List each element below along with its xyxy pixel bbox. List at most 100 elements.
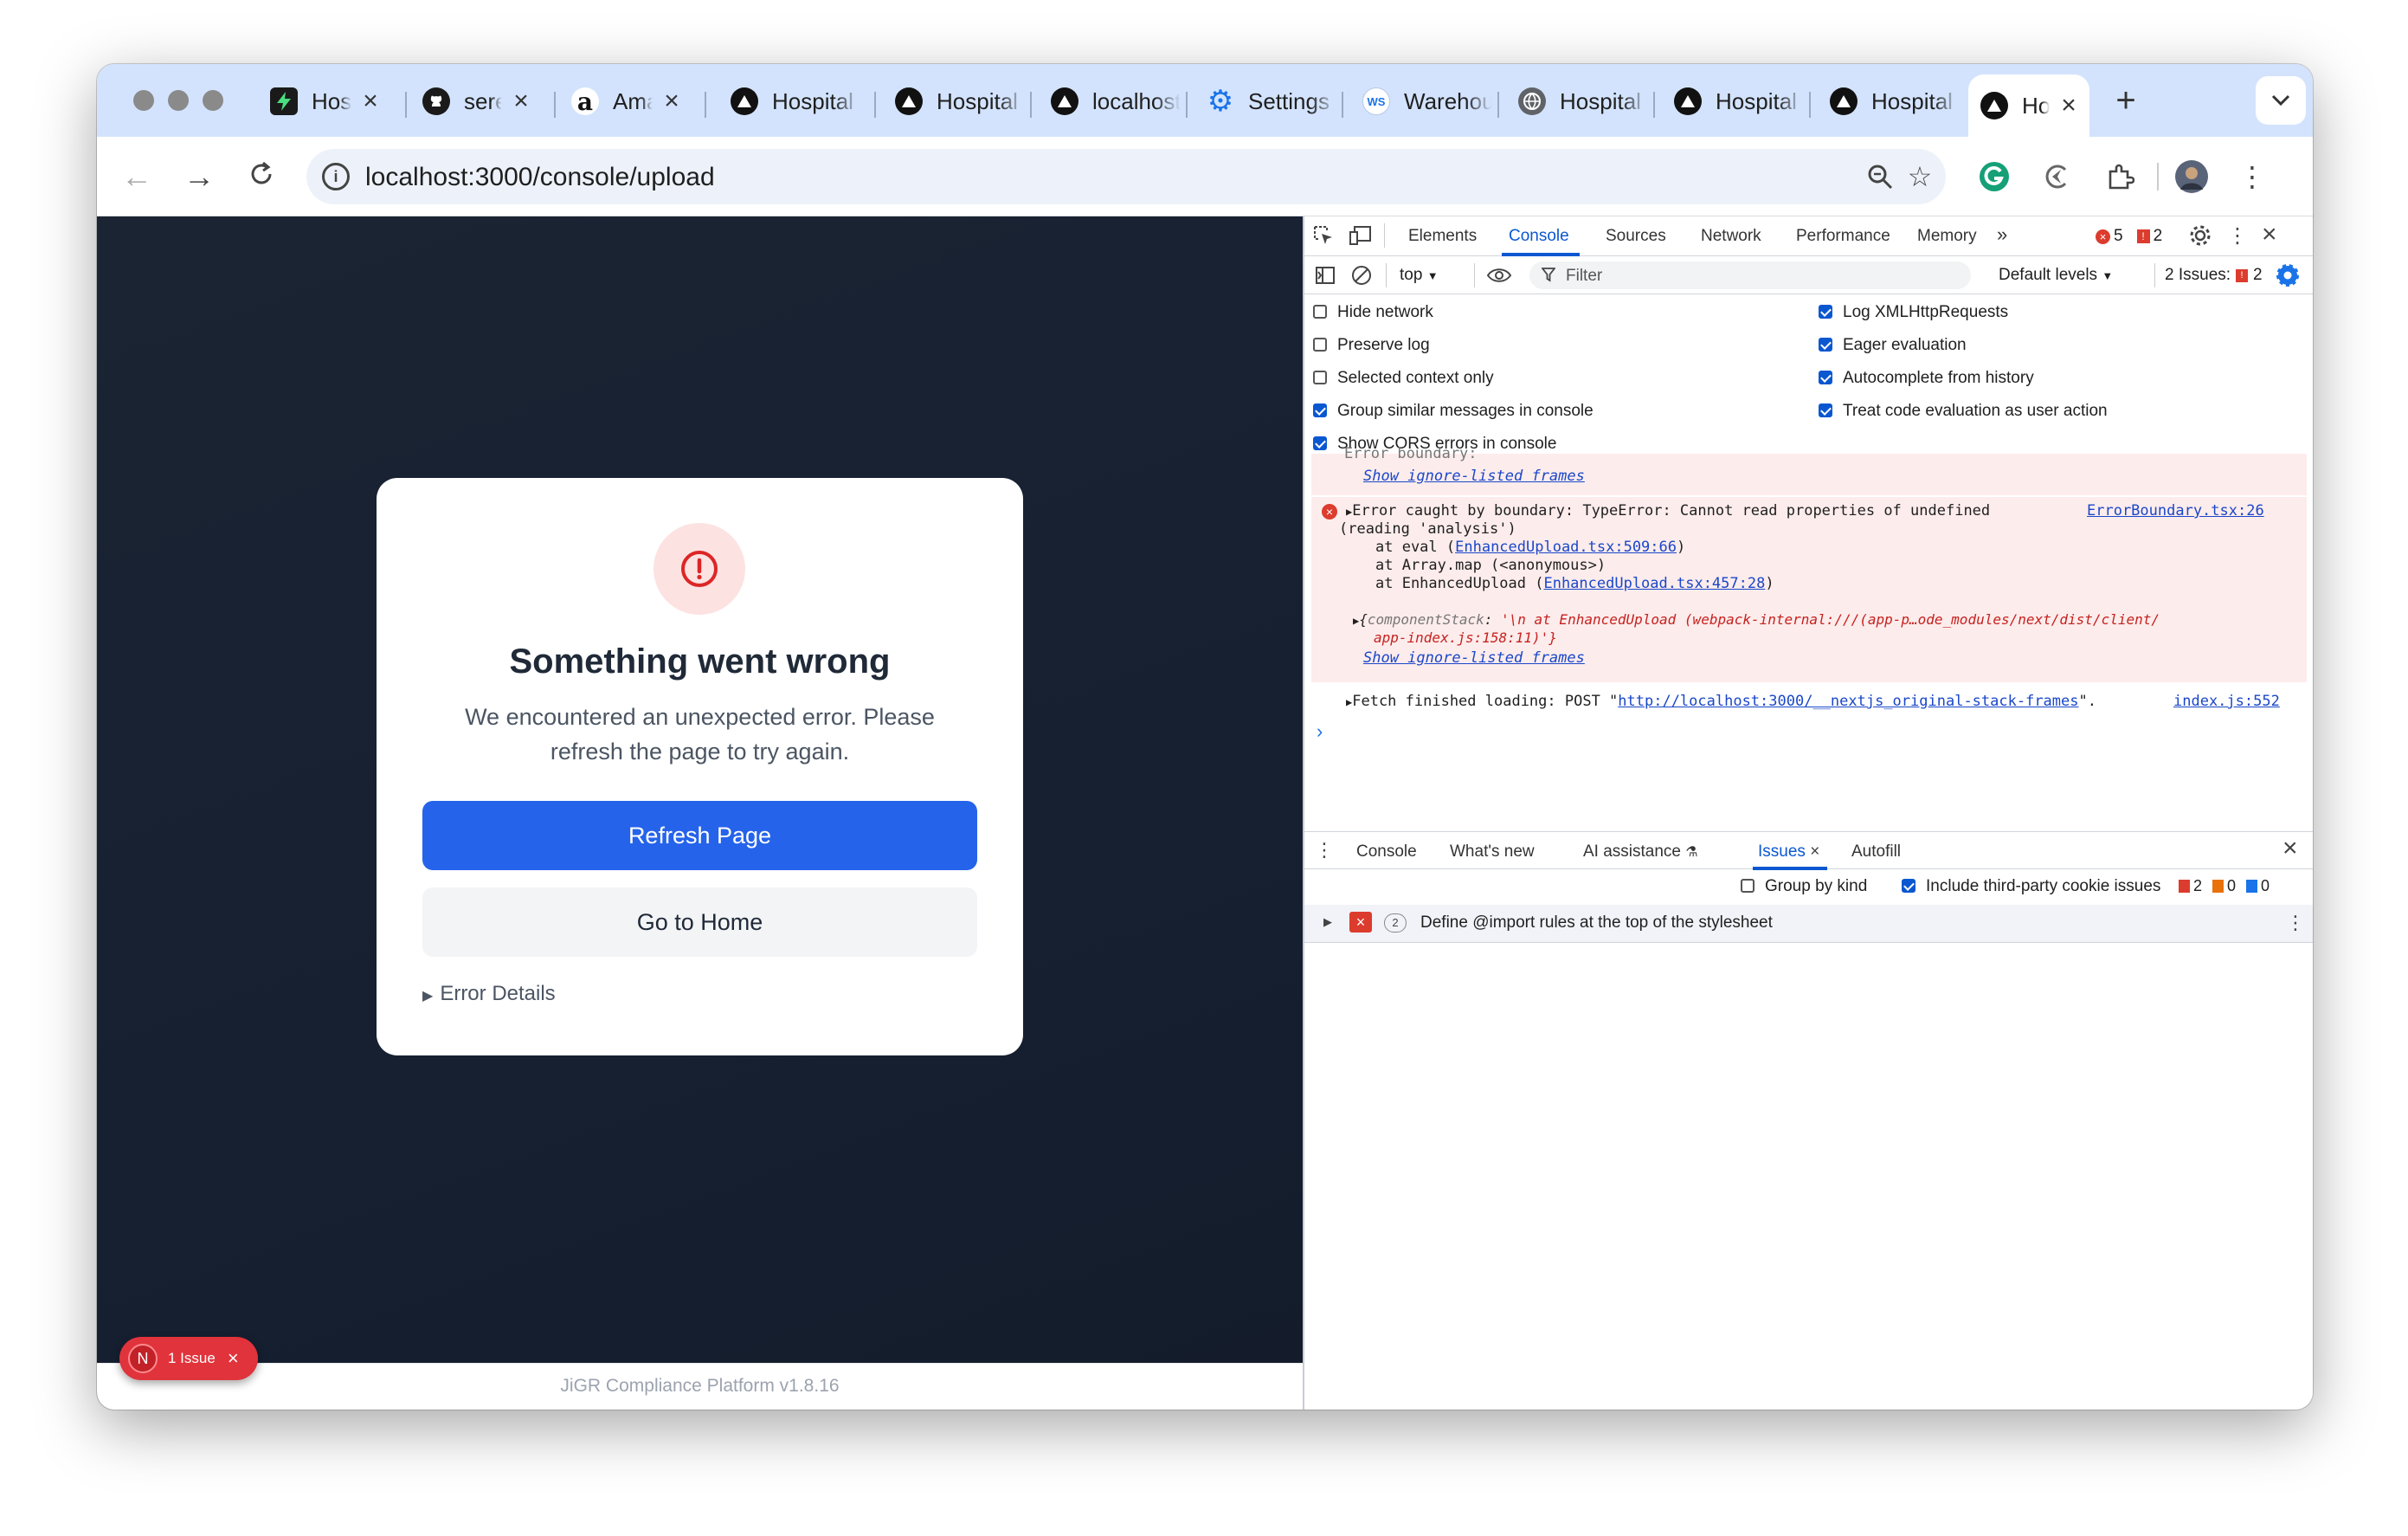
new-tab-button[interactable]: + bbox=[2107, 83, 2145, 121]
console-settings-icon[interactable] bbox=[2276, 263, 2300, 293]
devtools-tab-memory[interactable]: Memory bbox=[1917, 227, 1977, 246]
browser-tab[interactable]: WS Warehouse bbox=[1354, 76, 1501, 126]
error-line1[interactable]: ▶Error caught by boundary: TypeError: Ca… bbox=[1346, 502, 1990, 520]
selected-context-option[interactable]: Selected context only bbox=[1313, 369, 1494, 388]
checkbox[interactable] bbox=[1313, 371, 1327, 384]
nextjs-issues-badge[interactable]: N 1 Issue × bbox=[119, 1337, 258, 1380]
more-tabs-icon[interactable]: » bbox=[1997, 223, 2007, 246]
checkbox[interactable] bbox=[1313, 305, 1327, 319]
browser-tab[interactable]: Hospital bbox=[1510, 76, 1657, 126]
browser-tab[interactable]: Hospital bbox=[1665, 76, 1812, 126]
treat-eval-option[interactable]: Treat code evaluation as user action bbox=[1819, 402, 2108, 421]
address-bar[interactable]: i localhost:3000/console/upload ☆ bbox=[306, 149, 1946, 204]
checkbox[interactable] bbox=[1819, 371, 1832, 384]
devtools-tab-performance[interactable]: Performance bbox=[1796, 227, 1890, 246]
checkbox[interactable] bbox=[1819, 338, 1832, 352]
group-by-kind-option[interactable]: Group by kind bbox=[1741, 877, 1867, 896]
show-ignore-listed-link[interactable]: Show ignore-listed frames bbox=[1363, 649, 1585, 667]
grammarly-icon[interactable] bbox=[1975, 158, 2013, 196]
live-expression-eye-icon[interactable] bbox=[1486, 265, 1512, 291]
drawer-tab-console[interactable]: Console bbox=[1356, 842, 1417, 862]
close-tab-icon[interactable]: × bbox=[1810, 842, 1819, 861]
tab-search-button[interactable] bbox=[2256, 76, 2306, 125]
eager-evaluation-option[interactable]: Eager evaluation bbox=[1819, 336, 1967, 355]
expand-triangle-icon[interactable]: ▶ bbox=[1323, 915, 1332, 929]
forward-button[interactable]: → bbox=[180, 158, 218, 196]
browser-tab[interactable]: Hospital bbox=[886, 76, 1033, 126]
issues-summary-link[interactable]: 2 Issues: ! 2 bbox=[2165, 266, 2263, 285]
drawer-tab-autofill[interactable]: Autofill bbox=[1851, 842, 1901, 862]
refresh-page-button[interactable]: Refresh Page bbox=[422, 801, 977, 870]
issue-row[interactable]: ▶ × 2 Define @import rules at the top of… bbox=[1304, 905, 2313, 943]
site-info-icon[interactable]: i bbox=[322, 163, 350, 190]
reload-button[interactable] bbox=[242, 158, 280, 196]
bookmark-star-icon[interactable]: ☆ bbox=[1901, 158, 1939, 196]
zoom-window-button[interactable] bbox=[203, 90, 223, 111]
drawer-menu-icon[interactable]: ⋮ bbox=[1315, 839, 1334, 862]
devtools-tab-console[interactable]: Console bbox=[1509, 227, 1569, 246]
close-tab-icon[interactable]: × bbox=[509, 87, 533, 116]
console-filter-input[interactable]: Filter bbox=[1529, 261, 1971, 289]
error-source-link[interactable]: ErrorBoundary.tsx:26 bbox=[2087, 502, 2264, 520]
log-levels-select[interactable]: Default levels ▼ bbox=[1999, 266, 2113, 285]
include-third-party-option[interactable]: Include third-party cookie issues bbox=[1902, 877, 2160, 896]
error-counter[interactable]: × 5 ! 2 bbox=[2096, 227, 2162, 246]
issue-menu-icon[interactable]: ⋮ bbox=[2286, 912, 2305, 934]
fetch-url-link[interactable]: http://localhost:3000/__nextjs_original-… bbox=[1618, 693, 2078, 710]
browser-tab[interactable]: Hospital bbox=[1821, 76, 1968, 126]
component-stack-object[interactable]: ▶{componentStack: '\n at EnhancedUpload … bbox=[1353, 611, 2160, 628]
devtools-settings-icon[interactable] bbox=[2189, 224, 2212, 252]
browser-tab[interactable]: Hospital bbox=[722, 76, 869, 126]
minimize-window-button[interactable] bbox=[168, 90, 189, 111]
avatar[interactable] bbox=[2173, 158, 2211, 196]
close-tab-icon[interactable]: × bbox=[358, 87, 383, 116]
browser-tab[interactable]: ⚙ Settings bbox=[1198, 76, 1345, 126]
back-button[interactable]: ← bbox=[118, 158, 156, 196]
browser-tab-active[interactable]: Hospital × bbox=[1968, 74, 2089, 137]
drawer-tab-whats-new[interactable]: What's new bbox=[1450, 842, 1535, 862]
stack-link[interactable]: EnhancedUpload.tsx:509:66 bbox=[1455, 539, 1677, 556]
group-similar-option[interactable]: Group similar messages in console bbox=[1313, 402, 1594, 421]
devtools-tab-network[interactable]: Network bbox=[1701, 227, 1761, 246]
devtools-tab-elements[interactable]: Elements bbox=[1408, 227, 1477, 246]
checkbox[interactable] bbox=[1313, 338, 1327, 352]
browser-tab[interactable]: localhost bbox=[1042, 76, 1189, 126]
close-devtools-icon[interactable]: × bbox=[2262, 220, 2277, 249]
devtools-tab-sources[interactable]: Sources bbox=[1606, 227, 1666, 246]
device-toolbar-icon[interactable] bbox=[1349, 225, 1372, 251]
close-window-button[interactable] bbox=[133, 90, 154, 111]
go-to-home-button[interactable]: Go to Home bbox=[422, 887, 977, 957]
zoom-icon[interactable] bbox=[1861, 158, 1899, 196]
url-text[interactable]: localhost:3000/console/upload bbox=[365, 163, 715, 192]
checkbox[interactable] bbox=[1902, 879, 1915, 893]
checkbox[interactable] bbox=[1819, 305, 1832, 319]
drawer-tab-ai-assistance[interactable]: AI assistance ⚗ bbox=[1583, 842, 1698, 862]
close-badge-icon[interactable]: × bbox=[228, 1347, 239, 1370]
close-tab-icon[interactable]: × bbox=[2057, 91, 2081, 120]
stack-link[interactable]: EnhancedUpload.tsx:457:28 bbox=[1543, 575, 1765, 592]
checkbox[interactable] bbox=[1313, 436, 1327, 450]
log-xhr-option[interactable]: Log XMLHttpRequests bbox=[1819, 303, 2008, 322]
browser-tab[interactable]: Hospital × bbox=[261, 76, 391, 126]
error-details-toggle[interactable]: ▶ Error Details bbox=[422, 982, 556, 1006]
browser-tab[interactable]: serena × bbox=[414, 76, 542, 126]
console-prompt-icon[interactable]: › bbox=[1317, 720, 1323, 743]
extensions-puzzle-icon[interactable] bbox=[2102, 158, 2140, 196]
hide-network-option[interactable]: Hide network bbox=[1313, 303, 1433, 322]
close-tab-icon[interactable]: × bbox=[660, 87, 684, 116]
context-select[interactable]: top ▼ bbox=[1400, 266, 1439, 285]
inspect-element-icon[interactable] bbox=[1313, 225, 1334, 251]
close-drawer-icon[interactable]: × bbox=[2282, 834, 2298, 863]
clear-console-icon[interactable] bbox=[1351, 265, 1372, 291]
browser-tab[interactable]: a Amazon × bbox=[563, 76, 692, 126]
sidebar-toggle-icon[interactable] bbox=[1315, 265, 1336, 291]
preserve-log-option[interactable]: Preserve log bbox=[1313, 336, 1430, 355]
extension-c-icon[interactable] bbox=[2038, 158, 2076, 196]
show-ignore-listed-link[interactable]: Show ignore-listed frames bbox=[1363, 468, 1585, 485]
drawer-tab-issues[interactable]: Issues × bbox=[1758, 842, 1819, 862]
checkbox[interactable] bbox=[1819, 403, 1832, 417]
autocomplete-history-option[interactable]: Autocomplete from history bbox=[1819, 369, 2034, 388]
browser-menu-icon[interactable]: ⋮ bbox=[2233, 158, 2271, 196]
fetch-source-link[interactable]: index.js:552 bbox=[2173, 693, 2280, 710]
devtools-menu-icon[interactable]: ⋮ bbox=[2227, 223, 2248, 248]
